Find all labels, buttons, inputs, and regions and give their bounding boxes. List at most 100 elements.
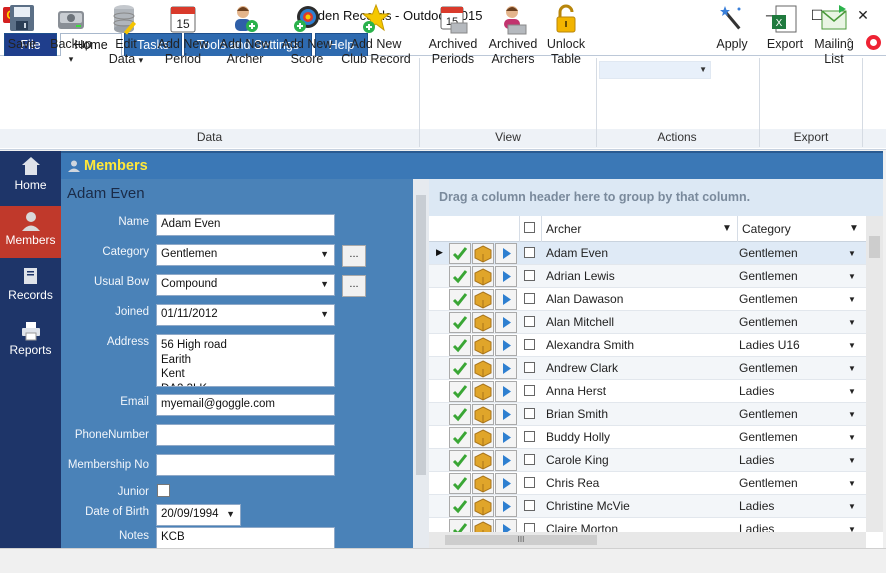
category-cell[interactable]: Gentlemen xyxy=(739,430,798,444)
confirm-check-button[interactable] xyxy=(449,404,471,425)
row-select-checkbox[interactable] xyxy=(524,270,535,281)
confirm-check-button[interactable] xyxy=(449,243,471,264)
select-all-header[interactable] xyxy=(519,216,541,242)
table-row[interactable]: Christine McVie Ladies ▼ xyxy=(429,495,866,518)
group-by-panel[interactable]: Drag a column header here to group by th… xyxy=(429,179,883,216)
table-row[interactable]: ▶ Adam Even Gentlemen ▼ xyxy=(429,242,866,265)
apply-button[interactable]: Apply xyxy=(713,3,751,52)
chevron-down-icon[interactable]: ▼ xyxy=(848,410,856,419)
confirm-check-button[interactable] xyxy=(449,335,471,356)
chevron-down-icon[interactable]: ▼ xyxy=(848,456,856,465)
chevron-down-icon[interactable]: ▼ xyxy=(848,249,856,258)
table-row[interactable]: Chris Rea Gentlemen ▼ xyxy=(429,472,866,495)
category-cell[interactable]: Gentlemen xyxy=(739,407,798,421)
category-column-header[interactable]: Category ▼ xyxy=(737,216,866,242)
confirm-check-button[interactable] xyxy=(449,496,471,517)
archer-filter-icon[interactable]: ▼ xyxy=(722,223,732,234)
open-details-button[interactable] xyxy=(495,335,517,356)
table-row[interactable]: Andrew Clark Gentlemen ▼ xyxy=(429,357,866,380)
open-details-button[interactable] xyxy=(495,404,517,425)
add-new-score-button[interactable]: Add New Score xyxy=(281,3,333,67)
row-select-checkbox[interactable] xyxy=(524,431,535,442)
open-details-button[interactable] xyxy=(495,266,517,287)
archive-box-button[interactable] xyxy=(472,289,494,310)
table-row[interactable]: Adrian Lewis Gentlemen ▼ xyxy=(429,265,866,288)
chevron-down-icon[interactable]: ▼ xyxy=(848,364,856,373)
row-select-checkbox[interactable] xyxy=(524,293,535,304)
table-row[interactable]: Anna Herst Ladies ▼ xyxy=(429,380,866,403)
open-details-button[interactable] xyxy=(495,496,517,517)
joined-date-picker[interactable]: 01/11/2012 ▼ xyxy=(156,304,335,326)
category-cell[interactable]: Gentlemen xyxy=(739,361,798,375)
export-button[interactable]: X Export xyxy=(764,3,806,52)
help-lifebuoy-icon[interactable] xyxy=(866,35,881,50)
form-scrollbar[interactable] xyxy=(413,179,429,548)
nav-records[interactable]: Records xyxy=(0,261,61,313)
backup-button[interactable]: Backup ▾ xyxy=(48,3,94,67)
chevron-down-icon[interactable]: ▼ xyxy=(848,387,856,396)
add-new-period-button[interactable]: 15 Add New Period xyxy=(155,3,211,67)
table-row[interactable]: Alexandra Smith Ladies U16 ▼ xyxy=(429,334,866,357)
category-cell[interactable]: Gentlemen xyxy=(739,315,798,329)
save-button[interactable]: Save xyxy=(4,3,40,52)
chevron-down-icon[interactable]: ▼ xyxy=(848,502,856,511)
dob-date-picker[interactable]: 20/09/1994 ▼ xyxy=(156,504,241,526)
edit-data-button[interactable]: Edit Data ▾ xyxy=(106,3,146,68)
archive-box-button[interactable] xyxy=(472,266,494,287)
open-details-button[interactable] xyxy=(495,381,517,402)
category-filter-icon[interactable]: ▼ xyxy=(849,223,859,234)
confirm-check-button[interactable] xyxy=(449,381,471,402)
open-details-button[interactable] xyxy=(495,243,517,264)
add-new-archer-button[interactable]: Add New Archer xyxy=(218,3,272,67)
table-row[interactable]: Buddy Holly Gentlemen ▼ xyxy=(429,426,866,449)
unlock-table-button[interactable]: Unlock Table xyxy=(546,3,586,67)
archived-periods-button[interactable]: 15 Archived Periods xyxy=(426,3,480,67)
row-select-checkbox[interactable] xyxy=(524,339,535,350)
chevron-down-icon[interactable]: ▼ xyxy=(848,341,856,350)
confirm-check-button[interactable] xyxy=(449,266,471,287)
table-row[interactable]: Alan Dawason Gentlemen ▼ xyxy=(429,288,866,311)
form-scrollbar-thumb[interactable] xyxy=(416,195,426,475)
phone-field[interactable] xyxy=(156,424,335,446)
open-details-button[interactable] xyxy=(495,358,517,379)
archive-box-button[interactable] xyxy=(472,381,494,402)
chevron-down-icon[interactable]: ▼ xyxy=(848,318,856,327)
category-cell[interactable]: Ladies xyxy=(739,384,774,398)
table-row[interactable]: Brian Smith Gentlemen ▼ xyxy=(429,403,866,426)
notes-field[interactable]: KCB xyxy=(156,527,335,548)
membership-field[interactable] xyxy=(156,454,335,476)
category-cell[interactable]: Ladies xyxy=(739,453,774,467)
chevron-down-icon[interactable]: ▼ xyxy=(848,433,856,442)
nav-home[interactable]: Home xyxy=(0,151,61,203)
archived-archers-button[interactable]: Archived Archers xyxy=(486,3,540,67)
chevron-down-icon[interactable]: ▼ xyxy=(848,479,856,488)
confirm-check-button[interactable] xyxy=(449,427,471,448)
category-cell[interactable]: Gentlemen xyxy=(739,476,798,490)
archive-box-button[interactable] xyxy=(472,404,494,425)
archive-box-button[interactable] xyxy=(472,496,494,517)
chevron-down-icon[interactable]: ▼ xyxy=(848,295,856,304)
nav-reports[interactable]: Reports xyxy=(0,316,61,368)
open-details-button[interactable] xyxy=(495,473,517,494)
archive-box-button[interactable] xyxy=(472,243,494,264)
grid-horizontal-scrollbar[interactable]: III xyxy=(429,532,866,548)
row-select-checkbox[interactable] xyxy=(524,454,535,465)
row-select-checkbox[interactable] xyxy=(524,385,535,396)
nav-members[interactable]: Members xyxy=(0,206,61,258)
confirm-check-button[interactable] xyxy=(449,358,471,379)
category-cell[interactable]: Gentlemen xyxy=(739,292,798,306)
confirm-check-button[interactable] xyxy=(449,450,471,471)
usual-bow-browse-button[interactable]: ... xyxy=(342,275,366,297)
confirm-check-button[interactable] xyxy=(449,473,471,494)
open-details-button[interactable] xyxy=(495,289,517,310)
row-select-checkbox[interactable] xyxy=(524,316,535,327)
archive-box-button[interactable] xyxy=(472,450,494,471)
category-browse-button[interactable]: ... xyxy=(342,245,366,267)
email-field[interactable]: myemail@goggle.com xyxy=(156,394,335,416)
archive-box-button[interactable] xyxy=(472,427,494,448)
usual-bow-select[interactable]: Compound ▼ xyxy=(156,274,335,296)
archive-box-button[interactable] xyxy=(472,473,494,494)
grid-vertical-scrollbar[interactable] xyxy=(866,216,883,532)
name-field[interactable]: Adam Even xyxy=(156,214,335,236)
open-details-button[interactable] xyxy=(495,312,517,333)
